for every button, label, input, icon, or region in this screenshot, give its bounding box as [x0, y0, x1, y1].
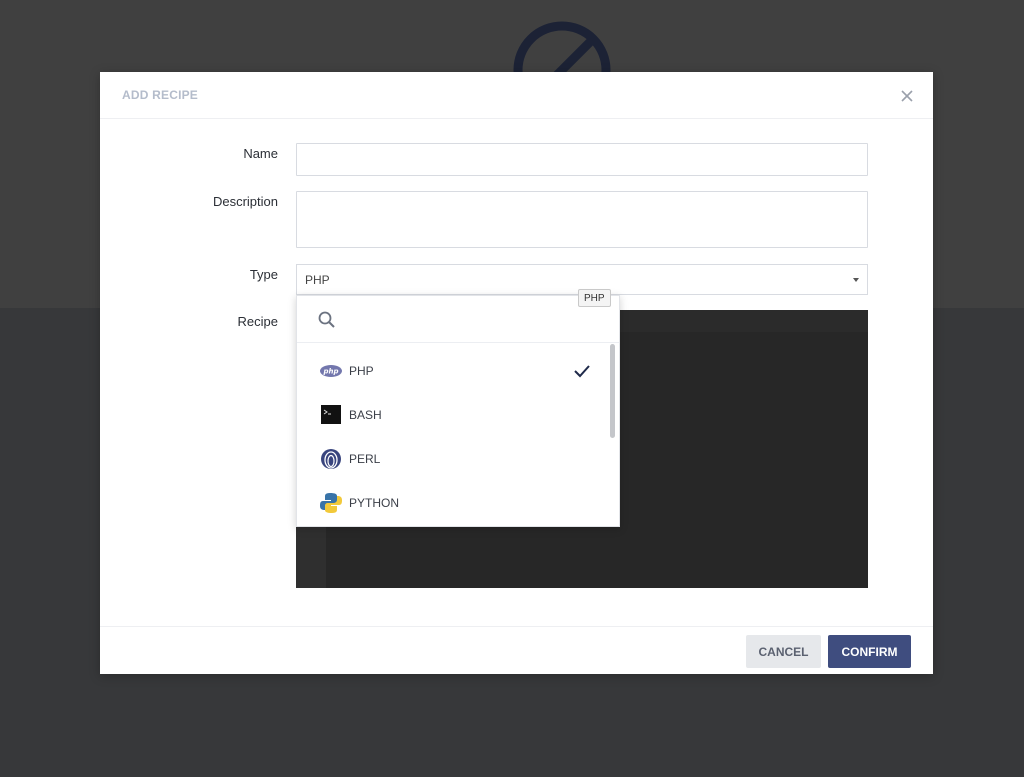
tooltip: PHP [578, 289, 611, 307]
modal-header: ADD RECIPE [100, 72, 933, 119]
dropdown-item-label: PERL [349, 452, 381, 466]
confirm-button[interactable]: CONFIRM [828, 635, 911, 668]
php-icon: php [320, 365, 342, 377]
python-icon [320, 493, 342, 513]
dropdown-scrollbar-thumb[interactable] [610, 344, 615, 438]
type-label: Type [249, 267, 278, 282]
close-icon[interactable] [897, 86, 917, 106]
dropdown-item-php[interactable]: php PHP [297, 349, 607, 393]
modal-footer: CANCEL CONFIRM [100, 626, 933, 675]
dropdown-item-label: BASH [349, 408, 382, 422]
cancel-button[interactable]: CANCEL [746, 635, 821, 668]
svg-text:php: php [322, 368, 338, 376]
recipe-label: Recipe [237, 314, 278, 329]
dropdown-item-python[interactable]: PYTHON [297, 481, 607, 525]
caret-down-icon [853, 278, 859, 282]
name-label: Name [243, 146, 278, 161]
modal-title: ADD RECIPE [122, 88, 199, 102]
dropdown-item-bash[interactable]: BASH [297, 393, 607, 437]
terminal-icon [321, 405, 341, 424]
perl-onion-icon [321, 449, 341, 469]
dropdown-item-perl[interactable]: PERL [297, 437, 607, 481]
dropdown-item-label: PHP [349, 364, 374, 378]
checkmark-icon [574, 365, 590, 378]
type-select-value: PHP [305, 273, 330, 287]
search-icon [318, 311, 335, 328]
dropdown-item-label: PYTHON [349, 496, 400, 510]
description-label: Description [212, 194, 278, 209]
name-input[interactable] [296, 143, 868, 176]
description-textarea[interactable] [296, 191, 868, 248]
dropdown-search[interactable] [297, 296, 619, 343]
type-dropdown: php PHP BASH PERL PYTHON [296, 295, 620, 527]
